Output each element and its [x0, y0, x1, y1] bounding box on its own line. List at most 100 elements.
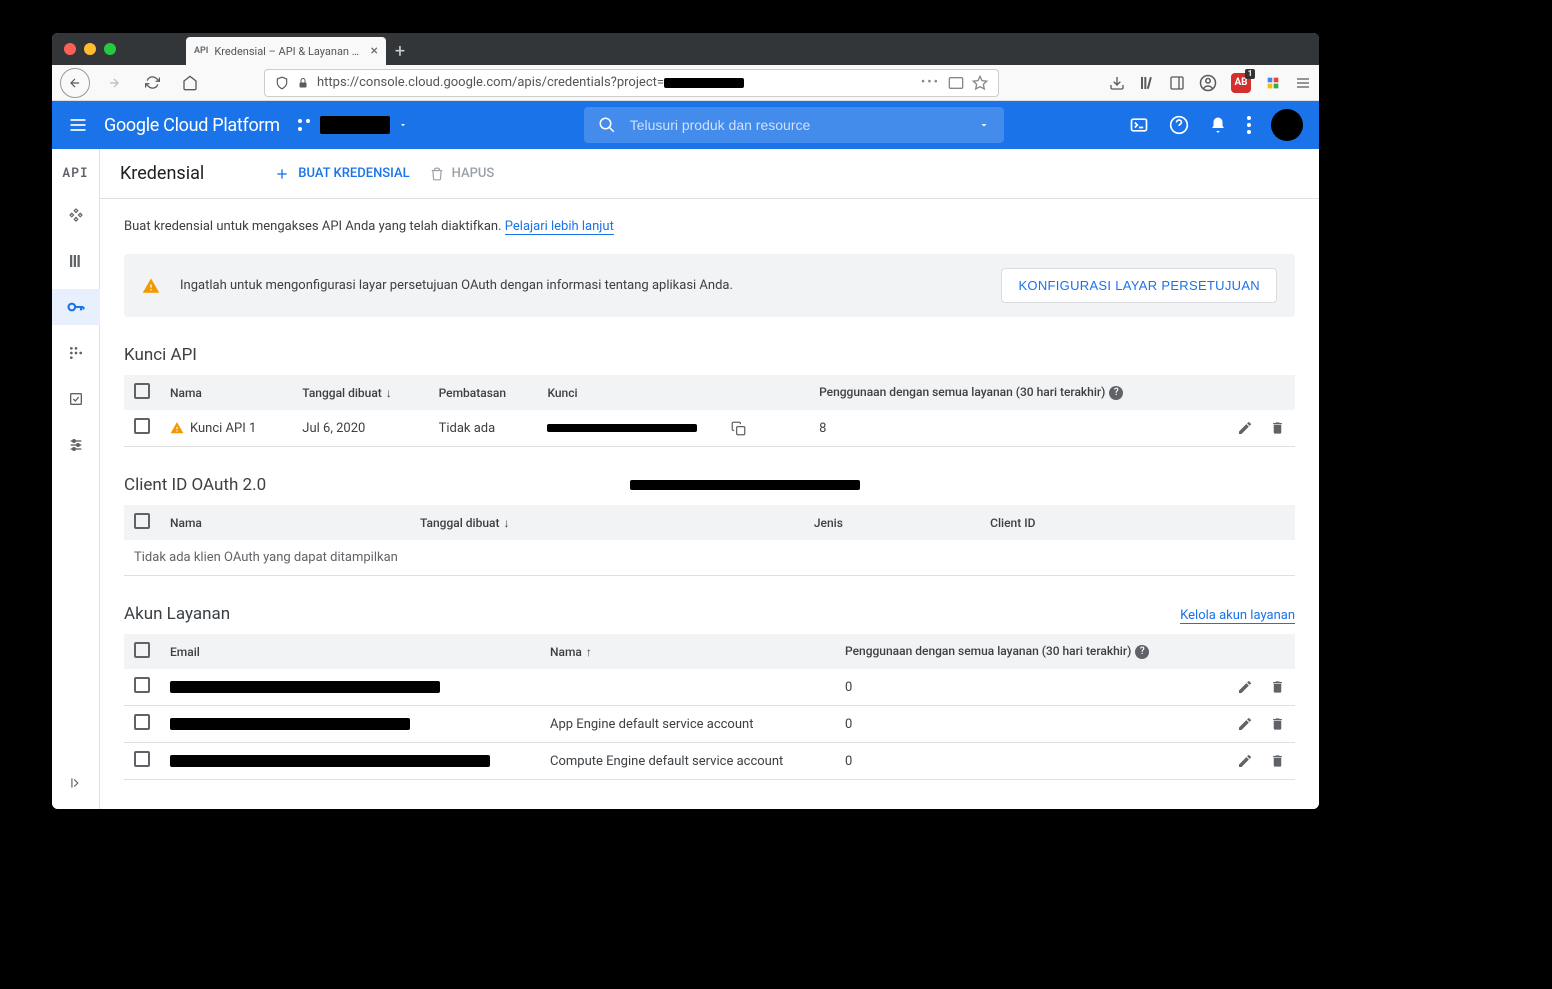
new-tab-button[interactable]: + — [386, 37, 414, 65]
gcp-logo[interactable]: Google Cloud Platform — [104, 115, 280, 136]
more-vert-icon[interactable] — [1247, 116, 1251, 134]
table-row: Kunci API 1 Jul 6, 2020 Tidak ada 8 — [124, 410, 1295, 447]
shield-icon — [275, 76, 289, 90]
empty-row: Tidak ada klien OAuth yang dapat ditampi… — [124, 540, 1295, 576]
gcp-search-input[interactable] — [630, 117, 964, 133]
sidebar-settings-icon[interactable] — [64, 433, 88, 457]
svcacct-section-title: Akun Layanan — [124, 604, 230, 624]
col-created[interactable]: Tanggal dibuat↓ — [410, 505, 804, 540]
page-title: Kredensial — [120, 163, 204, 184]
account-icon[interactable] — [1199, 74, 1217, 92]
trash-icon[interactable] — [1270, 420, 1285, 436]
gcp-search-box[interactable] — [584, 107, 1004, 143]
delete-credential-button[interactable]: HAPUS — [430, 166, 495, 182]
edit-icon[interactable] — [1237, 753, 1253, 769]
more-icon[interactable]: ••• — [921, 75, 940, 90]
sidebar-collapse-icon[interactable] — [64, 771, 88, 795]
trash-icon[interactable] — [1270, 679, 1285, 695]
sidebar-library-icon[interactable] — [64, 249, 88, 273]
chevron-down-icon — [398, 120, 408, 130]
download-icon[interactable] — [1109, 75, 1125, 91]
edit-icon[interactable] — [1237, 679, 1253, 695]
select-all-checkbox[interactable] — [134, 642, 150, 658]
cell-usage: 0 — [835, 706, 1213, 743]
plus-icon — [274, 166, 290, 182]
window-close-button[interactable] — [64, 43, 76, 55]
browser-tab[interactable]: API Kredensial – API & Layanan – C × — [186, 37, 386, 65]
browser-toolbar: https://console.cloud.google.com/apis/cr… — [52, 65, 1319, 101]
col-email[interactable]: Email — [160, 634, 540, 669]
col-usage[interactable]: Penggunaan dengan semua layanan (30 hari… — [809, 375, 1213, 410]
col-clientid[interactable]: Client ID — [980, 505, 1215, 540]
alert-text: Ingatlah untuk mengonfigurasi layar pers… — [180, 278, 981, 293]
sidebar-domain-icon[interactable] — [64, 387, 88, 411]
select-all-checkbox[interactable] — [134, 513, 150, 529]
copy-icon[interactable] — [731, 421, 746, 436]
trash-icon[interactable] — [1270, 716, 1285, 732]
project-selector[interactable] — [296, 116, 408, 134]
row-checkbox[interactable] — [134, 714, 150, 730]
sidebar-toggle-icon[interactable] — [1169, 75, 1185, 91]
manage-svcacct-link[interactable]: Kelola akun layanan — [1180, 608, 1295, 624]
select-all-checkbox[interactable] — [134, 383, 150, 399]
window-maximize-button[interactable] — [104, 43, 116, 55]
nav-reload-button[interactable] — [138, 69, 166, 97]
cell-name — [540, 669, 835, 706]
trash-icon[interactable] — [1270, 753, 1285, 769]
oauth-section-title: Client ID OAuth 2.0 — [124, 475, 1295, 495]
key-name-link[interactable]: Kunci API 1 — [190, 421, 256, 436]
gcp-nav-menu-button[interactable] — [68, 115, 88, 135]
sidebar-consent-icon[interactable] — [64, 341, 88, 365]
cell-restriction: Tidak ada — [429, 410, 538, 447]
col-usage[interactable]: Penggunaan dengan semua layanan (30 hari… — [835, 634, 1213, 669]
col-name[interactable]: Nama↑ — [540, 634, 835, 669]
gcp-header: Google Cloud Platform — [52, 101, 1319, 149]
cloud-shell-icon[interactable] — [1129, 115, 1149, 135]
chevron-down-icon[interactable] — [978, 119, 990, 131]
address-bar[interactable]: https://console.cloud.google.com/apis/cr… — [264, 69, 999, 97]
search-icon — [598, 116, 616, 134]
sidebar-credentials-icon[interactable] — [52, 289, 100, 325]
reader-mode-icon[interactable] — [948, 76, 964, 90]
bookmark-star-icon[interactable] — [972, 75, 988, 91]
learn-more-link[interactable]: Pelajari lebih lanjut — [505, 219, 614, 235]
sidebar-dashboard-icon[interactable] — [64, 203, 88, 227]
col-name[interactable]: Nama — [160, 505, 410, 540]
cell-name: Compute Engine default service account — [540, 743, 835, 780]
hamburger-menu-icon[interactable] — [1295, 75, 1311, 91]
row-checkbox[interactable] — [134, 677, 150, 693]
window-minimize-button[interactable] — [84, 43, 96, 55]
window-titlebar: API Kredensial – API & Layanan – C × + — [52, 33, 1319, 65]
apikeys-table: Nama Tanggal dibuat↓ Pembatasan Kunci Pe… — [124, 375, 1295, 447]
configure-consent-button[interactable]: KONFIGURASI LAYAR PERSETUJUAN — [1001, 268, 1277, 303]
col-key[interactable]: Kunci — [537, 375, 809, 410]
cell-usage: 0 — [835, 743, 1213, 780]
page-header: Kredensial BUAT KREDENSIAL HAPUS — [100, 149, 1319, 199]
tab-close-icon[interactable]: × — [371, 43, 378, 59]
user-avatar[interactable] — [1271, 109, 1303, 141]
col-restriction[interactable]: Pembatasan — [429, 375, 538, 410]
help-icon[interactable]: ? — [1135, 645, 1149, 659]
notifications-icon[interactable] — [1209, 115, 1227, 135]
library-icon[interactable] — [1139, 75, 1155, 91]
lock-icon — [297, 77, 309, 89]
tab-favicon: API — [194, 46, 208, 56]
help-icon[interactable] — [1169, 115, 1189, 135]
adblock-extension-icon[interactable]: AB1 — [1231, 73, 1251, 93]
nav-back-button[interactable] — [60, 68, 90, 98]
extension-icon[interactable] — [1265, 75, 1281, 91]
row-checkbox[interactable] — [134, 751, 150, 767]
col-name[interactable]: Nama — [160, 375, 292, 410]
edit-icon[interactable] — [1237, 420, 1253, 436]
nav-home-button[interactable] — [176, 69, 204, 97]
project-icon — [296, 117, 312, 133]
col-created[interactable]: Tanggal dibuat↓ — [292, 375, 428, 410]
edit-icon[interactable] — [1237, 716, 1253, 732]
create-credential-button[interactable]: BUAT KREDENSIAL — [274, 166, 409, 182]
col-type[interactable]: Jenis — [804, 505, 980, 540]
warning-icon — [170, 421, 184, 435]
warning-icon — [142, 277, 160, 295]
nav-forward-button[interactable] — [100, 69, 128, 97]
row-checkbox[interactable] — [134, 418, 150, 434]
help-icon[interactable]: ? — [1109, 386, 1123, 400]
